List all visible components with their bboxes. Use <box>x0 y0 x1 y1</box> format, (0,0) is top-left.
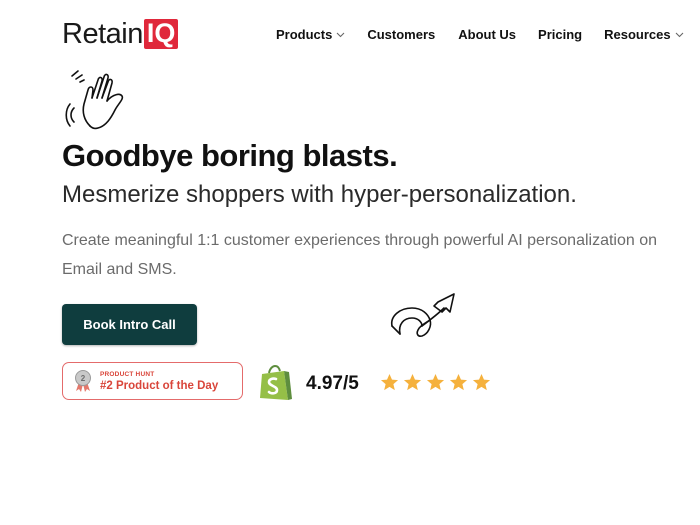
shopify-rating: 4.97/5 <box>306 373 359 394</box>
medal-icon: 2 <box>75 370 91 392</box>
nav-item-label: Pricing <box>538 27 583 42</box>
book-intro-call-button[interactable]: Book Intro Call <box>62 304 197 345</box>
chevron-down-icon <box>675 32 683 37</box>
star-icon <box>426 373 445 391</box>
curly-arrow-icon <box>390 293 455 337</box>
hero-subheadline: Mesmerize shoppers with hyper-personaliz… <box>62 181 577 208</box>
svg-text:2: 2 <box>81 374 86 383</box>
nav-item-label: Resources <box>604 27 671 42</box>
nav-item-products[interactable]: Products <box>276 27 345 42</box>
nav-item-customers[interactable]: Customers <box>367 27 435 42</box>
retainiq-logo[interactable]: Retain IQ <box>62 17 179 50</box>
hero-headline: Goodbye boring blasts. <box>62 138 398 173</box>
hero-description: Create meaningful 1:1 customer experienc… <box>62 232 658 278</box>
nav-item-label: About Us <box>458 27 517 42</box>
top-nav: Retain IQ Products Customers About Us Pr… <box>0 0 700 70</box>
star-rating <box>380 373 495 392</box>
product-hunt-text: PRODUCT HUNT #2 Product of the Day <box>100 370 218 393</box>
logo-box: IQ <box>143 19 179 49</box>
star-icon <box>380 373 399 391</box>
star-icon <box>472 373 491 391</box>
nav-item-resources[interactable]: Resources <box>604 27 683 42</box>
product-hunt-badge[interactable]: 2 PRODUCT HUNT #2 Product of the Day <box>62 362 243 400</box>
nav-item-pricing[interactable]: Pricing <box>538 27 582 42</box>
nav-item-about-us[interactable]: About Us <box>458 27 516 42</box>
waving-hand-icon <box>65 70 124 130</box>
shopify-bag-icon <box>260 364 292 400</box>
logo-word: Retain <box>62 17 143 50</box>
nav-item-label: Customers <box>367 27 436 42</box>
nav-menu: Products Customers About Us Pricing Reso… <box>276 27 684 42</box>
star-icon <box>403 373 422 391</box>
product-hunt-label: PRODUCT HUNT <box>100 370 155 378</box>
star-icon <box>449 373 468 391</box>
nav-item-label: Products <box>276 27 333 42</box>
chevron-down-icon <box>336 32 345 37</box>
product-hunt-rank: #2 Product of the Day <box>100 379 219 392</box>
